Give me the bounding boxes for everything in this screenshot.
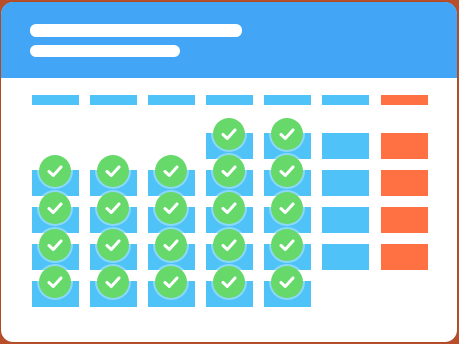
column-header-2	[90, 95, 137, 105]
check-icon	[155, 229, 187, 261]
check-icon	[271, 155, 303, 187]
check-icon	[213, 118, 245, 150]
check-icon	[155, 155, 187, 187]
check-icon	[213, 192, 245, 224]
check-icon	[97, 192, 129, 224]
column-header-4	[206, 95, 253, 105]
day-cell[interactable]	[381, 133, 428, 159]
column-header-3	[148, 95, 195, 105]
day-cell[interactable]	[322, 133, 369, 159]
check-icon	[97, 229, 129, 261]
check-icon	[213, 155, 245, 187]
check-icon	[39, 192, 71, 224]
calendar-card	[1, 2, 457, 342]
header-subtitle-placeholder	[30, 45, 180, 57]
check-icon	[97, 266, 129, 298]
day-cell[interactable]	[381, 207, 428, 233]
header-bar	[1, 2, 457, 78]
column-header-5	[264, 95, 311, 105]
column-header-1	[32, 95, 79, 105]
check-icon	[271, 118, 303, 150]
day-cell[interactable]	[322, 207, 369, 233]
check-icon	[39, 229, 71, 261]
check-icon	[39, 155, 71, 187]
check-icon	[271, 266, 303, 298]
check-icon	[97, 155, 129, 187]
check-icon	[271, 229, 303, 261]
day-cell[interactable]	[322, 244, 369, 270]
check-icon	[39, 266, 71, 298]
header-title-placeholder	[30, 24, 242, 37]
day-cell[interactable]	[381, 170, 428, 196]
column-header-7	[381, 95, 428, 105]
check-icon	[213, 266, 245, 298]
check-icon	[155, 266, 187, 298]
day-cell[interactable]	[381, 244, 428, 270]
check-icon	[155, 192, 187, 224]
check-icon	[271, 192, 303, 224]
column-header-6	[322, 95, 369, 105]
check-icon	[213, 229, 245, 261]
day-cell[interactable]	[322, 170, 369, 196]
